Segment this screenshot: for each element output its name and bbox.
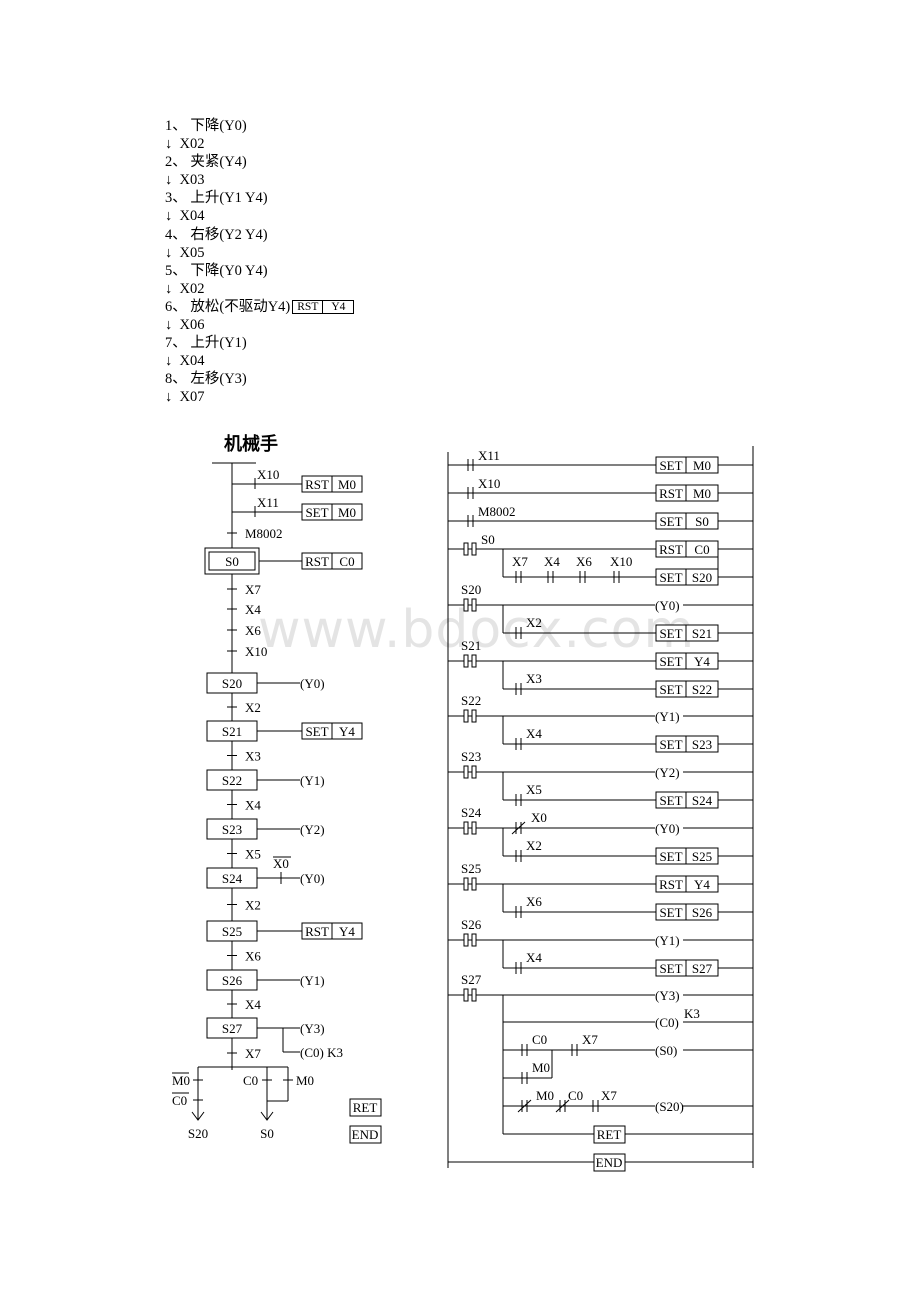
ret-label: RET	[597, 1127, 622, 1142]
stl-contact-icon	[463, 877, 469, 891]
contact-label: X2	[526, 838, 542, 853]
instruction-op: SET	[659, 654, 682, 669]
stl-label: S20	[461, 582, 481, 597]
instruction-op: RST	[659, 877, 683, 892]
contact-label: X11	[478, 448, 500, 463]
stl-label: S22	[461, 693, 481, 708]
contact-label: X3	[526, 671, 542, 686]
output-coil: (S0)	[655, 1043, 677, 1058]
contact-label: X4	[526, 726, 542, 741]
stl-contact-icon	[471, 821, 477, 835]
instruction-op: SET	[659, 737, 682, 752]
contact-label: X4	[544, 554, 560, 569]
stl-contact-icon	[471, 598, 477, 612]
contact-label: X2	[526, 615, 542, 630]
instruction-operand: M0	[693, 458, 711, 473]
stl-contact-icon	[463, 933, 469, 947]
instruction-operand: S27	[692, 961, 713, 976]
contact-label: M8002	[478, 504, 516, 519]
stl-label: S0	[481, 532, 495, 547]
instruction-operand: M0	[693, 486, 711, 501]
stl-contact-icon	[471, 765, 477, 779]
instruction-op: SET	[659, 682, 682, 697]
stl-contact-icon	[471, 988, 477, 1002]
stl-label: S26	[461, 917, 482, 932]
instruction-op: RST	[659, 486, 683, 501]
output-coil: (C0)	[655, 1015, 679, 1030]
stl-contact-icon	[471, 709, 477, 723]
output-coil: (Y1)	[655, 933, 680, 948]
instruction-op: SET	[659, 961, 682, 976]
stl-contact-icon	[471, 654, 477, 668]
instruction-operand: S20	[692, 570, 712, 585]
instruction-op: SET	[659, 458, 682, 473]
stl-contact-icon	[463, 821, 469, 835]
contact-label: X7	[512, 554, 528, 569]
instruction-operand: S21	[692, 626, 712, 641]
stl-contact-icon	[463, 598, 469, 612]
stl-contact-icon	[463, 765, 469, 779]
contact-label: C0	[568, 1088, 583, 1103]
instruction-operand: S26	[692, 905, 713, 920]
stl-label: S21	[461, 638, 481, 653]
output-coil: (Y3)	[655, 988, 680, 1003]
stl-label: S27	[461, 972, 482, 987]
instruction-op: SET	[659, 849, 682, 864]
output-coil: (Y2)	[655, 765, 680, 780]
stl-contact-icon	[463, 988, 469, 1002]
contact-label: X5	[526, 782, 542, 797]
contact-label: X4	[526, 950, 542, 965]
instruction-op: SET	[659, 793, 682, 808]
contact-label: X7	[582, 1032, 598, 1047]
instruction-op: SET	[659, 570, 682, 585]
output-coil: (Y0)	[655, 598, 680, 613]
instruction-operand: S22	[692, 682, 712, 697]
contact-label: X0	[531, 810, 547, 825]
contact-label: X10	[610, 554, 632, 569]
counter-preset: K3	[684, 1006, 700, 1021]
stl-contact-icon	[471, 877, 477, 891]
stl-label: S24	[461, 805, 482, 820]
stl-contact-icon	[471, 542, 477, 556]
stl-label: S25	[461, 861, 481, 876]
instruction-op: SET	[659, 626, 682, 641]
instruction-operand: C0	[694, 542, 709, 557]
instruction-op: SET	[659, 905, 682, 920]
contact-label: C0	[532, 1032, 547, 1047]
stl-label: S23	[461, 749, 481, 764]
instruction-operand: Y4	[694, 877, 710, 892]
output-coil: (Y0)	[655, 821, 680, 836]
instruction-operand: Y4	[694, 654, 710, 669]
contact-label: X6	[526, 894, 542, 909]
instruction-operand: S24	[692, 793, 713, 808]
contact-label: X6	[576, 554, 592, 569]
ladder-diagram: X11 SET M0 X10 RST M0 M8002 SET S0 S0 RST C0 X7 X4 X6 X…	[447, 446, 754, 1172]
contact-label: M0	[532, 1060, 550, 1075]
stl-contact-icon	[471, 933, 477, 947]
end-label: END	[596, 1155, 623, 1170]
instruction-operand: S25	[692, 849, 712, 864]
instruction-operand: S23	[692, 737, 712, 752]
stl-contact-icon	[463, 654, 469, 668]
contact-label: X10	[478, 476, 500, 491]
contact-label: M0	[536, 1088, 554, 1103]
instruction-op: SET	[659, 514, 682, 529]
contact-label: X7	[601, 1088, 617, 1103]
instruction-op: RST	[659, 542, 683, 557]
output-coil: (Y1)	[655, 709, 680, 724]
stl-contact-icon	[463, 542, 469, 556]
stl-contact-icon	[463, 709, 469, 723]
output-coil: (S20)	[655, 1099, 684, 1114]
instruction-operand: S0	[695, 514, 709, 529]
